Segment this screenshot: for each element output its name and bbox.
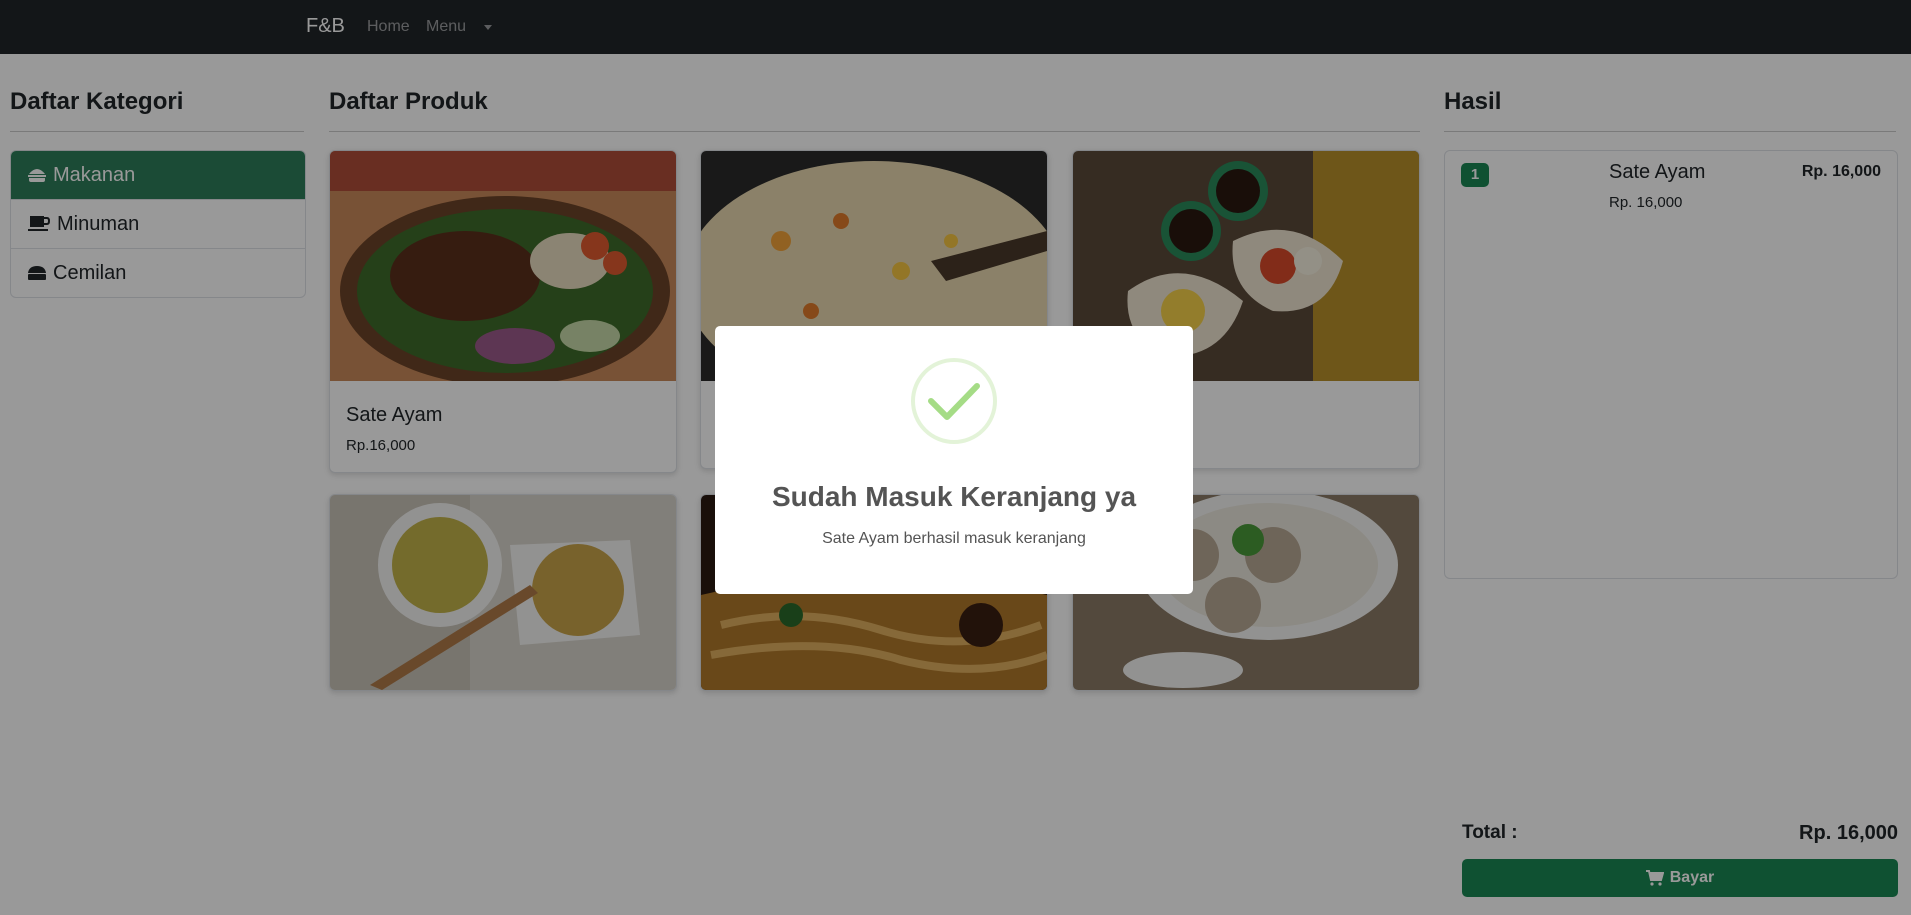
success-dialog: Sudah Masuk Keranjang ya Sate Ayam berha… — [715, 326, 1193, 594]
dialog-title: Sudah Masuk Keranjang ya — [771, 481, 1137, 512]
dialog-text: Sate Ayam berhasil masuk keranjang — [822, 530, 1086, 547]
success-check-icon — [911, 358, 997, 444]
